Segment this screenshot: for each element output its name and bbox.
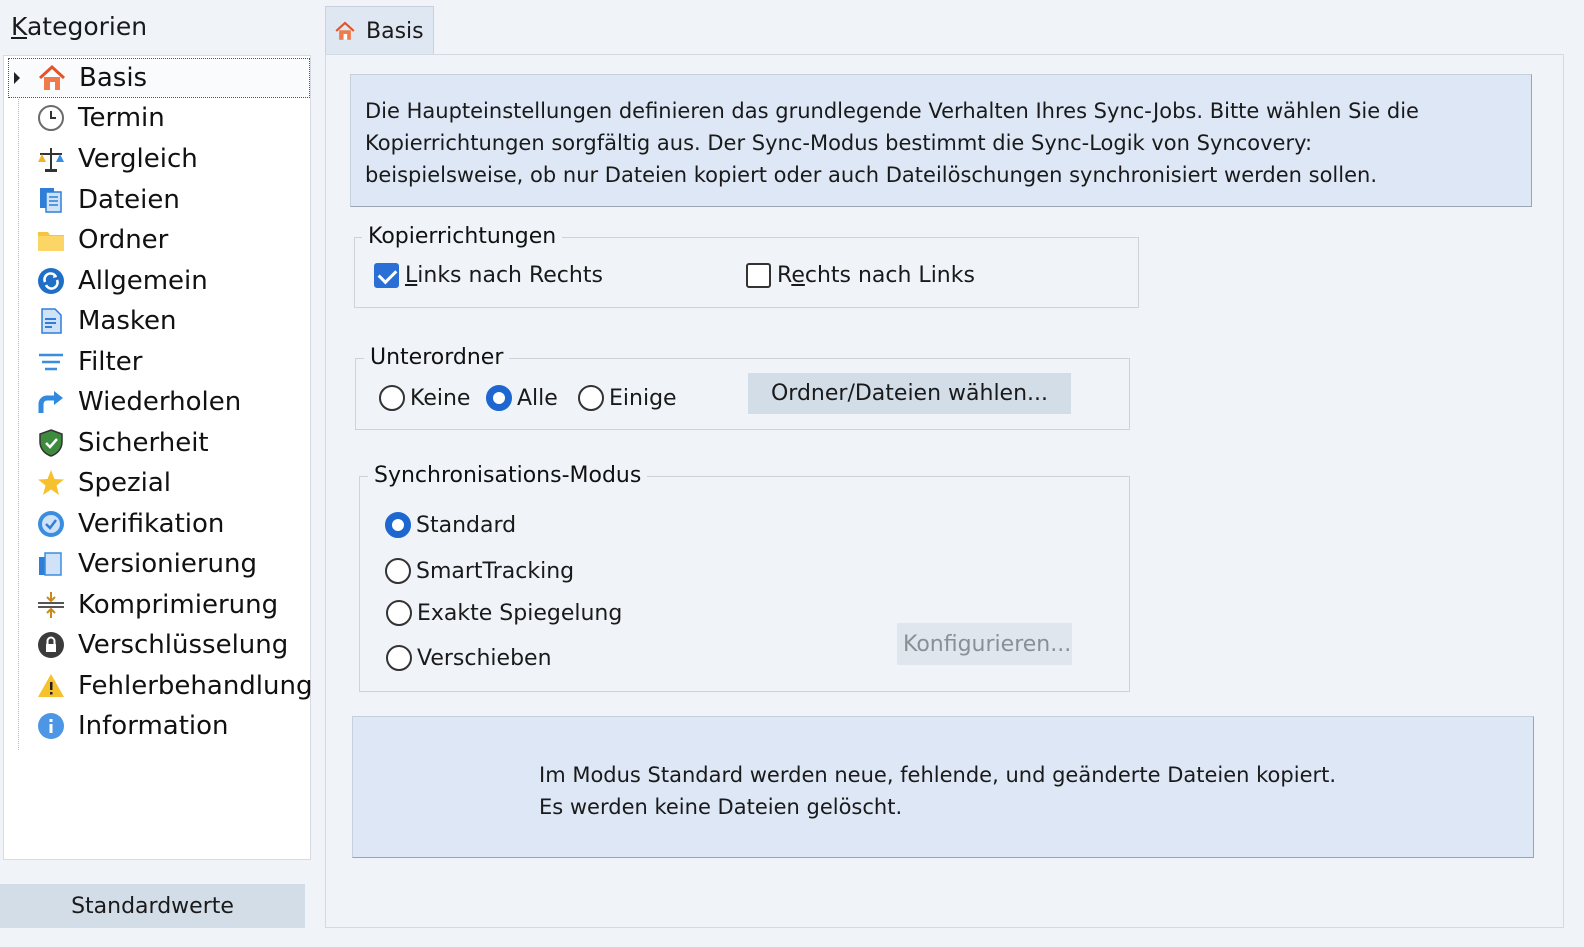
sidebar-item-wiederholen[interactable]: Wiederholen <box>8 382 310 422</box>
subfolders-option-alle[interactable]: Alle <box>486 385 558 411</box>
sync-mode-legend: Synchronisations-Modus <box>368 463 648 488</box>
sidebar-item-filter[interactable]: Filter <box>8 342 310 382</box>
clock-icon <box>36 103 66 133</box>
left-to-right-checkbox[interactable] <box>374 263 399 288</box>
right-to-left-label: Rechts nach Links <box>777 263 975 288</box>
sidebar-item-spezial[interactable]: Spezial <box>8 463 310 503</box>
subfolders-option-keine[interactable]: Keine <box>379 385 470 411</box>
sidebar-item-information[interactable]: Information <box>8 706 310 746</box>
tab-label: Basis <box>366 18 424 44</box>
categories-title: Kategorien <box>11 12 148 41</box>
lock-icon <box>36 630 66 660</box>
radio-standard[interactable] <box>385 512 411 538</box>
sidebar-item-label: Masken <box>78 306 177 336</box>
left-to-right-label: Links nach Rechts <box>405 263 603 288</box>
info-line: Kopierrichtungen sorgfältig aus. Der Syn… <box>365 131 1313 155</box>
radio-move[interactable] <box>386 645 412 671</box>
radio-label: Exakte Spiegelung <box>417 600 623 626</box>
sidebar-item-fehlerbehandlung[interactable]: Fehlerbehandlung <box>8 666 313 706</box>
sidebar-item-label: Vergleich <box>78 144 198 174</box>
radio-alle[interactable] <box>486 385 512 411</box>
star-icon <box>36 468 66 498</box>
right-to-left-checkbox[interactable] <box>746 263 771 288</box>
sidebar-item-label: Basis <box>79 63 148 93</box>
home-icon <box>37 63 67 93</box>
info-line: beispielsweise, ob nur Dateien kopiert o… <box>365 163 1377 187</box>
subfolders-option-einige[interactable]: Einige <box>578 385 677 411</box>
radio-smarttracking[interactable] <box>385 558 411 584</box>
sidebar-item-label: Versionierung <box>78 549 257 579</box>
sidebar-item-termin[interactable]: Termin <box>8 98 310 138</box>
info-line: Es werden keine Dateien gelöscht. <box>539 795 903 819</box>
sidebar-item-label: Komprimierung <box>78 590 279 620</box>
subfolders-legend: Unterordner <box>364 345 510 370</box>
categories-title-rest: ategorien <box>26 12 148 41</box>
sync-mode-option-standard[interactable]: Standard <box>385 512 516 538</box>
shield-icon <box>36 428 66 458</box>
sidebar-item-ordner[interactable]: Ordner <box>8 220 310 260</box>
home-icon <box>334 20 356 42</box>
copy-directions-legend: Kopierrichtungen <box>362 224 563 249</box>
radio-keine[interactable] <box>379 385 405 411</box>
compress-icon <box>36 590 66 620</box>
info-icon <box>36 711 66 741</box>
versions-icon <box>36 549 66 579</box>
sidebar-item-label: Dateien <box>78 185 180 215</box>
radio-einige[interactable] <box>578 385 604 411</box>
sidebar-item-komprimierung[interactable]: Komprimierung <box>8 585 310 625</box>
radio-exact-mirror[interactable] <box>386 600 412 626</box>
sidebar-item-label: Allgemein <box>78 266 208 296</box>
left-to-right-label-rest: inks nach Rechts <box>417 263 603 288</box>
repeat-arrow-icon <box>36 387 66 417</box>
sidebar-item-label: Filter <box>78 347 143 377</box>
radio-label: Einige <box>609 385 677 411</box>
sidebar-item-basis[interactable]: Basis <box>8 58 310 98</box>
configure-button[interactable]: Konfigurieren... <box>897 623 1072 665</box>
sidebar-item-label: Verschlüsselung <box>78 630 289 660</box>
sidebar-item-dateien[interactable]: Dateien <box>8 180 310 220</box>
sidebar-item-label: Ordner <box>78 225 169 255</box>
choose-folders-files-button[interactable]: Ordner/Dateien wählen... <box>748 373 1071 414</box>
sync-mode-option-smarttracking[interactable]: SmartTracking <box>385 558 574 584</box>
sidebar-item-label: Verifikation <box>78 509 225 539</box>
sidebar-item-versionierung[interactable]: Versionierung <box>8 544 310 584</box>
sidebar-item-label: Spezial <box>78 468 172 498</box>
right-to-left-checkbox-row[interactable]: Rechts nach Links <box>746 263 975 288</box>
info-box-description: Die Haupteinstellungen definieren das gr… <box>350 74 1532 207</box>
sidebar-item-label: Wiederholen <box>78 387 242 417</box>
tab-basis[interactable]: Basis <box>325 6 434 55</box>
sync-icon <box>36 266 66 296</box>
info-line: Die Haupteinstellungen definieren das gr… <box>365 99 1419 123</box>
check-circle-icon <box>36 509 66 539</box>
radio-label: Alle <box>517 385 558 411</box>
info-box-mode-description: Im Modus Standard werden neue, fehlende,… <box>352 716 1534 858</box>
filter-icon <box>36 347 66 377</box>
mask-document-icon <box>36 306 66 336</box>
category-tree[interactable]: Basis Termin Vergleich Dateien Ordner Al… <box>3 55 313 860</box>
sidebar-item-sicherheit[interactable]: Sicherheit <box>8 423 310 463</box>
info-line: Im Modus Standard werden neue, fehlende,… <box>539 763 1337 787</box>
sidebar-item-label: Sicherheit <box>78 428 209 458</box>
folder-icon <box>36 225 66 255</box>
sidebar-item-allgemein[interactable]: Allgemein <box>8 261 310 301</box>
warning-icon <box>36 671 66 701</box>
radio-label: Verschieben <box>417 645 552 671</box>
sidebar-item-label: Information <box>78 711 229 741</box>
defaults-button[interactable]: Standardwerte <box>0 884 305 928</box>
radio-label: Standard <box>416 512 517 538</box>
sidebar-item-label: Fehlerbehandlung <box>78 671 313 701</box>
scale-icon <box>36 144 66 174</box>
sidebar-item-verifikation[interactable]: Verifikation <box>8 504 310 544</box>
sidebar-item-verschluesselung[interactable]: Verschlüsselung <box>8 625 310 665</box>
sync-mode-option-exact-mirror[interactable]: Exakte Spiegelung <box>386 600 622 626</box>
radio-label: Keine <box>410 385 471 411</box>
tree-expand-arrow-icon[interactable] <box>14 72 20 84</box>
sidebar-item-label: Termin <box>78 103 165 133</box>
radio-label: SmartTracking <box>416 558 575 584</box>
sidebar-item-masken[interactable]: Masken <box>8 301 310 341</box>
left-to-right-checkbox-row[interactable]: Links nach Rechts <box>374 263 603 288</box>
sync-mode-option-move[interactable]: Verschieben <box>386 645 552 671</box>
sidebar-item-vergleich[interactable]: Vergleich <box>8 139 310 179</box>
files-icon <box>36 185 66 215</box>
